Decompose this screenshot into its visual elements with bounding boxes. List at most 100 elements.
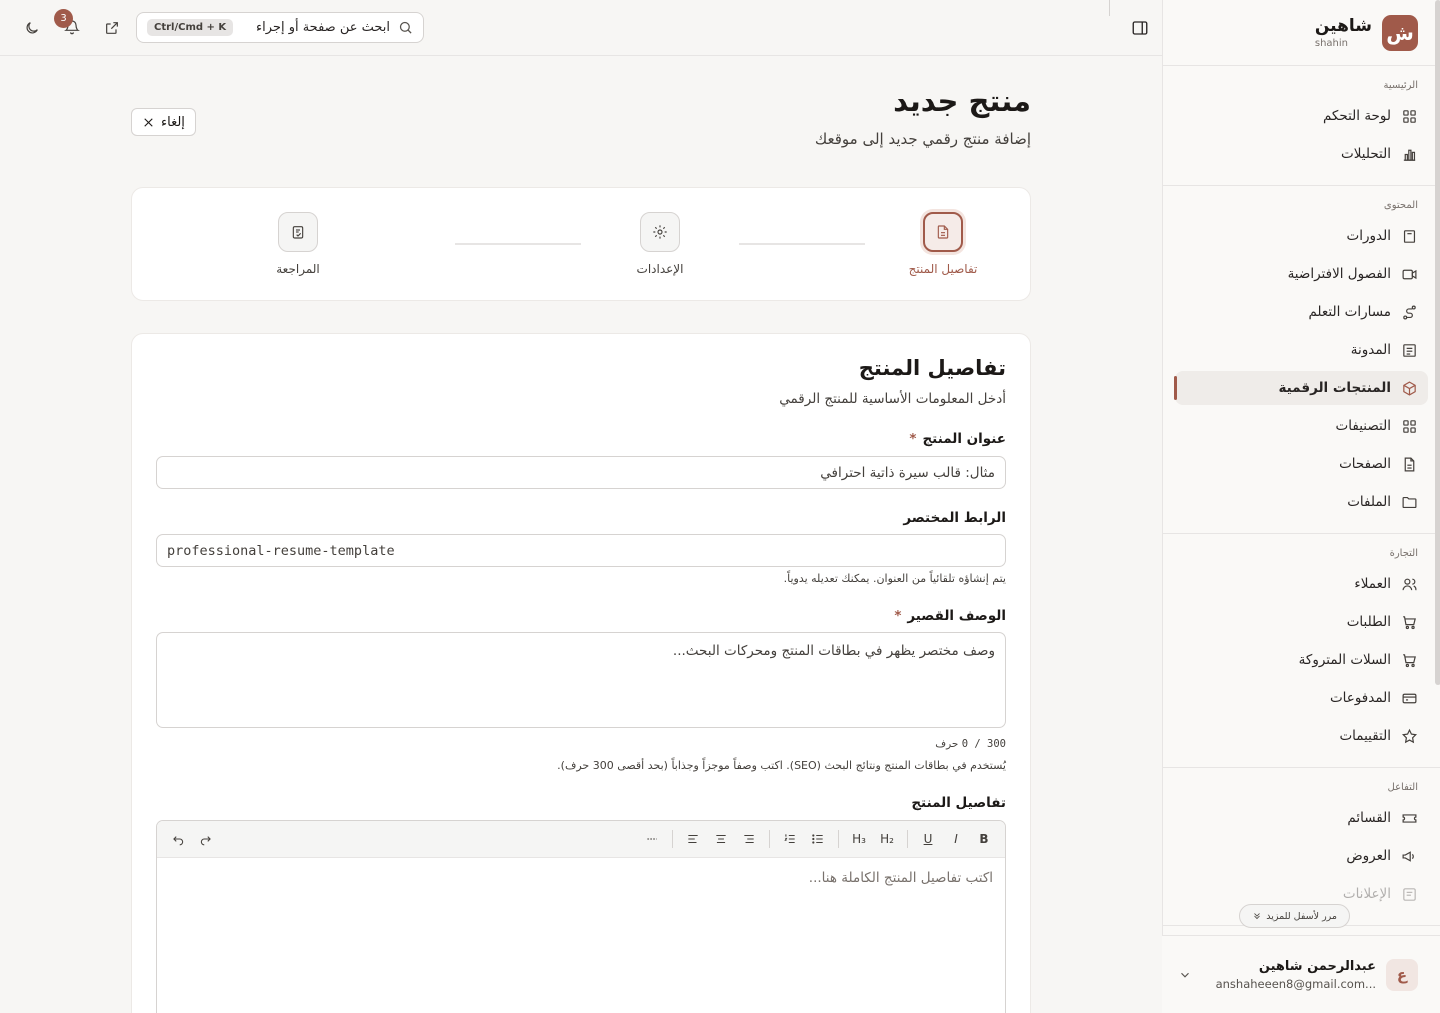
align-center-button[interactable] [708,826,734,852]
sidebar-scrollbar[interactable] [1435,0,1440,685]
sidebar-item-digital-products[interactable]: المنتجات الرقمية [1174,371,1428,405]
short-description-hint: يُستخدم في بطاقات المنتج ونتائج البحث (S… [557,759,1006,772]
toolbar-divider [838,830,839,848]
step-label: الإعدادات [636,262,684,276]
underline-button[interactable]: U [915,826,941,852]
sidebar-item-learning-paths[interactable]: مسارات التعلم [1175,295,1428,329]
step-review[interactable]: المراجعة [238,212,358,276]
sidebar-item-pages[interactable]: الصفحات [1175,447,1428,481]
sidebar-item-label: المدفوعات [1329,690,1391,706]
redo-button[interactable] [193,826,219,852]
align-left-button[interactable] [680,826,706,852]
horizontal-rule-button[interactable] [639,826,665,852]
product-title-label: عنوان المنتج* [909,431,1006,447]
sidebar-item-virtual-classes[interactable]: الفصول الافتراضية [1175,257,1428,291]
sidebar-item-offers[interactable]: العروض [1175,839,1428,873]
heading3-button[interactable]: H₃ [846,826,872,852]
sidebar-item-label: العملاء [1354,576,1391,592]
rich-text-editor[interactable]: B I U H₂ H₃ اكتب تفاصيل المنتج الكاملة ه… [156,820,1006,1013]
sidebar-toggle-icon[interactable] [1131,19,1149,37]
slug-label: الرابط المختصر [903,510,1006,526]
package-icon [1403,380,1416,396]
align-right-button[interactable] [736,826,762,852]
step-product-details[interactable]: تفاصيل المنتج [883,212,1003,276]
sidebar-item-blog[interactable]: المدونة [1175,333,1428,367]
step-label: تفاصيل المنتج [908,262,978,276]
section-heading: الرئيسية [1383,80,1418,91]
sidebar-item-dashboard[interactable]: لوحة التحكم [1175,99,1428,133]
toolbar-divider [907,830,908,848]
sidebar-item-label: الصفحات [1339,456,1391,472]
brand-logo: ش [1382,14,1418,51]
shortcut-hint: Ctrl/Cmd + K [147,19,234,36]
newspaper-icon [1403,343,1416,357]
sidebar-item-categories[interactable]: التصنيفات [1175,409,1428,443]
avatar: ع [1386,958,1418,991]
search-bar[interactable]: ابحث عن صفحة أو إجراء Ctrl/Cmd + K [136,12,424,43]
search-placeholder: ابحث عن صفحة أو إجراء [256,20,390,35]
sidebar-item-label: القسائم [1347,810,1391,826]
cancel-button[interactable]: إلغاء [131,108,196,136]
slug-input[interactable]: professional-resume-template [156,534,1006,567]
sidebar-item-coupons[interactable]: القسائم [1175,801,1428,835]
sidebar-item-label: العروض [1346,848,1391,864]
sidebar-item-orders[interactable]: الطلبات [1175,605,1428,639]
toolbar-divider [672,830,673,848]
sidebar-item-label: لوحة التحكم [1322,108,1391,124]
product-title-input[interactable]: مثال: قالب سيرة ذاتية احترافي [156,456,1006,489]
sidebar-item-reviews[interactable]: التقييمات [1175,719,1428,753]
moon-icon[interactable] [24,20,40,36]
heading2-button[interactable]: H₂ [874,826,900,852]
short-description-label: الوصف القصير* [894,608,1006,624]
sidebar-item-analytics[interactable]: التحليلات [1175,137,1428,171]
grid-icon [1403,419,1416,433]
sidebar-item-label: الفصول الافتراضية [1287,266,1391,282]
undo-icon [173,836,184,846]
stepper: تفاصيل المنتج الإعدادات المراجعة [131,187,1031,301]
sidebar-item-courses[interactable]: الدورات [1175,219,1428,253]
short-description-textarea[interactable]: وصف مختصر يظهر في بطاقات المنتج ومحركات … [156,632,1006,728]
step-connector [739,243,865,245]
step-settings[interactable]: الإعدادات [600,212,720,276]
details-label: تفاصيل المنتج [911,795,1006,811]
ordered-list-button[interactable] [777,826,803,852]
topbar-divider [1109,0,1110,16]
sidebar-item-abandoned-carts[interactable]: السلات المتروكة [1175,643,1428,677]
editor-content[interactable]: اكتب تفاصيل المنتج الكاملة هنا... [157,858,1005,898]
page-subtitle: إضافة منتج رقمي جديد إلى موقعك [814,130,1031,148]
brand-header[interactable]: ش شاهين shahin [1163,0,1440,66]
sidebar-item-customers[interactable]: العملاء [1175,567,1428,601]
external-link-icon[interactable] [104,20,120,36]
form-subtitle: أدخل المعلومات الأساسية للمنتج الرقمي [779,391,1006,407]
sidebar-item-label: مسارات التعلم [1308,304,1391,320]
step-icon-wrapper [923,212,963,252]
sidebar-item-payments[interactable]: المدفوعات [1175,681,1428,715]
notification-badge: 3 [54,9,73,28]
user-email: anshaheeen8@gmail.com... [1215,976,1376,991]
horizontal-rule-icon [647,838,657,840]
cart-abandoned-icon [1403,653,1416,667]
ticket-icon [1402,813,1417,823]
user-profile[interactable]: ع عبدالرحمن شاهين anshaheeen8@gmail.com.… [1162,935,1440,1013]
folder-icon [1402,496,1417,508]
align-left-icon [688,834,698,844]
sidebar-item-files[interactable]: الملفات [1175,485,1428,519]
scroll-more-hint[interactable]: مرر لأسفل للمزيد [1239,904,1350,928]
section-heading: التجارة [1389,548,1418,559]
cancel-label: إلغاء [161,114,185,130]
user-info: عبدالرحمن شاهين anshaheeen8@gmail.com... [1202,959,1376,991]
user-name: عبدالرحمن شاهين [1258,958,1376,974]
credit-card-icon [1402,693,1417,703]
step-icon-wrapper [640,212,680,252]
bullet-list-button[interactable] [805,826,831,852]
bold-button[interactable]: B [971,826,997,852]
search-icon [399,21,412,34]
bullet-list-icon [812,834,823,844]
chevron-down-icon[interactable] [1178,968,1192,982]
undo-button[interactable] [165,826,191,852]
italic-button[interactable]: I [943,826,969,852]
video-icon [1402,269,1417,279]
top-bar: ابحث عن صفحة أو إجراء Ctrl/Cmd + K 3 [0,0,1162,56]
sidebar-section-engagement: التفاعل القسائم العروض الإعلانات [1163,768,1440,926]
announcement-icon [1403,887,1416,901]
